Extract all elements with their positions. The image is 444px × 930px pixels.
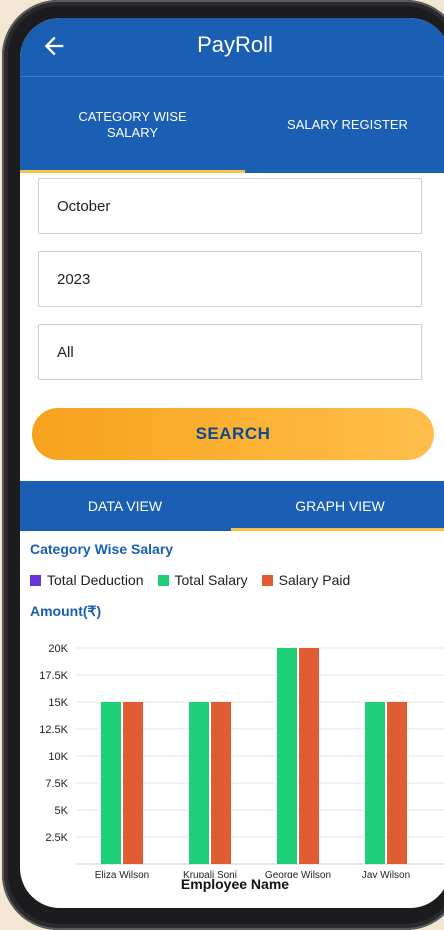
year-select[interactable]: 2023 (38, 251, 422, 307)
y-tick-label: 20K (48, 643, 68, 655)
y-tick-label: 2.5K (45, 832, 68, 844)
legend-item-total-deduction[interactable]: Total Deduction (30, 572, 144, 588)
legend-label: Total Salary (174, 572, 248, 588)
bar-total-salary (365, 702, 385, 864)
tab-category-wise-salary[interactable]: CATEGORY WISE SALARY (20, 77, 245, 173)
y-tick-label: 17.5K (39, 670, 68, 682)
legend-item-total-salary[interactable]: Total Salary (157, 572, 248, 588)
y-tick-label: 5K (55, 805, 69, 817)
year-value: 2023 (57, 270, 91, 288)
bar-salary-paid (211, 702, 231, 864)
tab-label: SALARY REGISTER (287, 117, 408, 132)
x-axis-title: Employee Name (180, 876, 290, 892)
bar-salary-paid (123, 702, 143, 864)
app-title: PayRoll (197, 32, 273, 57)
legend-label: Salary Paid (278, 572, 351, 588)
legend-swatch-salary-paid (261, 574, 273, 586)
legend-item-salary-paid[interactable]: Salary Paid (261, 572, 351, 588)
tab-label-line1: CATEGORY WISE (78, 109, 187, 124)
tab-graph-view[interactable]: GRAPH VIEW (230, 481, 444, 531)
y-tick-label: 7.5K (45, 778, 68, 790)
y-tick-label: 15K (48, 697, 68, 709)
category-value: All (57, 343, 74, 361)
top-tab-bar: CATEGORY WISE SALARY SALARY REGISTER (20, 77, 444, 173)
legend-swatch-total-deduction (30, 574, 41, 586)
salary-bar-chart: 2.5K5K7.5K10K12.5K15K17.5K20KEliza Wilso… (39, 643, 444, 878)
legend-label: Total Deduction (47, 572, 144, 588)
bar-salary-paid (299, 648, 319, 864)
y-tick-label: 10K (48, 751, 68, 763)
active-view-indicator (231, 528, 444, 531)
legend-swatch-total-salary (157, 574, 169, 586)
active-tab-indicator (20, 170, 245, 173)
app-bar: PayRoll (20, 18, 444, 76)
phone-frame: PayRoll CATEGORY WISE SALARY SALARY REGI… (2, 0, 444, 930)
app-screen: PayRoll CATEGORY WISE SALARY SALARY REGI… (20, 18, 444, 908)
category-select[interactable]: All (38, 324, 422, 380)
y-tick-label: 12.5K (39, 724, 68, 736)
month-value: October (57, 197, 111, 215)
bar-total-salary (277, 648, 297, 864)
tab-data-view[interactable]: DATA VIEW (20, 481, 230, 531)
section-title: Category Wise Salary (30, 541, 174, 557)
tab-label-line2: SALARY (106, 125, 159, 140)
bar-total-salary (189, 702, 209, 864)
chart-legend: Total Deduction Total Salary Salary Paid (30, 572, 350, 588)
search-button[interactable]: SEARCH (32, 408, 434, 460)
bar-total-salary (101, 702, 121, 864)
view-tab-bar: DATA VIEW GRAPH VIEW (20, 481, 444, 531)
bar-salary-paid (387, 702, 407, 864)
month-select[interactable]: October (38, 178, 422, 234)
tab-salary-register[interactable]: SALARY REGISTER (245, 77, 444, 173)
